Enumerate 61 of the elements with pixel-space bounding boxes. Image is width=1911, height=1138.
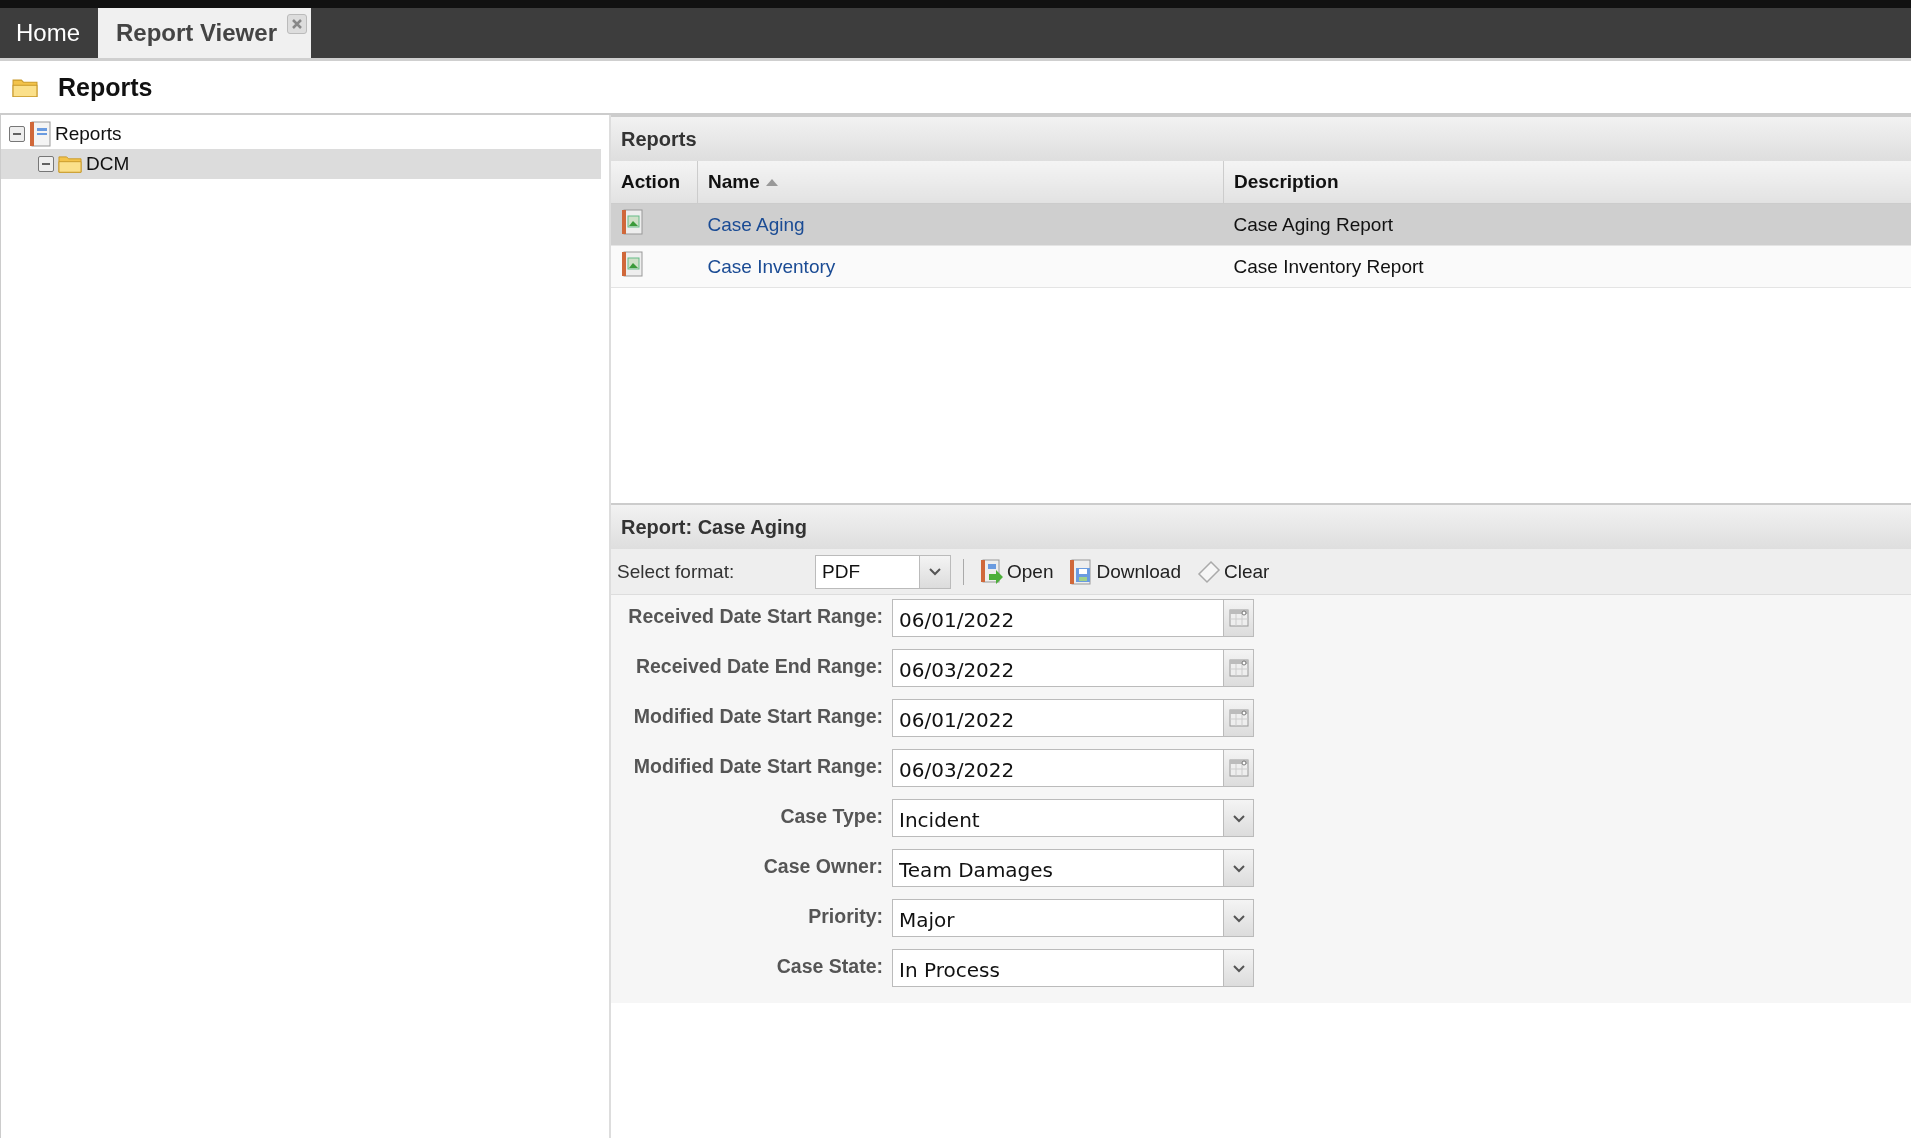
column-header[interactable]: Description bbox=[1223, 161, 1911, 204]
column-header[interactable]: Name bbox=[697, 161, 1224, 204]
table-cell: Case Inventory Report bbox=[1223, 245, 1911, 288]
table-row[interactable]: Case Inventory Case Inventory Report bbox=[611, 245, 1911, 288]
field-label: Modified Date Start Range: bbox=[632, 704, 883, 729]
table-cell: Case Aging Report bbox=[1223, 203, 1911, 246]
format-label: Select format: bbox=[617, 560, 736, 583]
panel-header: Report: Case Aging bbox=[611, 503, 1911, 549]
tree-label: Reports bbox=[55, 123, 122, 145]
caret-down-icon bbox=[1231, 913, 1246, 923]
report-arrow-icon bbox=[980, 558, 1004, 585]
caret-down-icon bbox=[1231, 863, 1246, 873]
report-image-icon[interactable] bbox=[621, 209, 643, 235]
close-icon[interactable] bbox=[287, 14, 307, 34]
toolbar-button[interactable]: Download bbox=[1065, 558, 1185, 585]
toolbar-button[interactable]: Clear bbox=[1193, 559, 1274, 584]
page-title: Reports bbox=[58, 72, 153, 102]
calendar-icon bbox=[1228, 658, 1249, 678]
panel-header: Reports bbox=[611, 115, 1911, 161]
field-label: Case Owner: bbox=[762, 854, 883, 879]
date-field[interactable]: 06/01/2022 bbox=[892, 699, 1224, 737]
date-field[interactable]: 06/03/2022 bbox=[892, 749, 1224, 787]
collapse-toggle-icon[interactable] bbox=[38, 156, 54, 172]
tab[interactable]: Report Viewer bbox=[98, 8, 311, 58]
column-header[interactable]: Action bbox=[611, 161, 698, 204]
caret-down-icon bbox=[1231, 963, 1246, 973]
caret-down-icon bbox=[928, 567, 942, 576]
select-field[interactable]: Major bbox=[892, 899, 1224, 937]
tree-item[interactable]: Reports bbox=[1, 119, 601, 149]
report-link[interactable]: Case Inventory bbox=[707, 255, 836, 277]
field-label: Case Type: bbox=[779, 804, 883, 829]
field-label: Received Date End Range: bbox=[634, 654, 883, 679]
dropdown-button[interactable] bbox=[1224, 949, 1254, 987]
folder-icon bbox=[58, 154, 82, 174]
calendar-icon bbox=[1228, 708, 1249, 728]
dropdown-button[interactable] bbox=[1224, 899, 1254, 937]
report-link[interactable]: Case Aging bbox=[707, 213, 805, 235]
field-label: Modified Date Start Range: bbox=[632, 754, 883, 779]
field-label: Case State: bbox=[775, 954, 883, 979]
dropdown-button[interactable] bbox=[1224, 849, 1254, 887]
select-field[interactable]: Team Damages bbox=[892, 849, 1224, 887]
calendar-icon bbox=[1228, 758, 1249, 778]
collapse-toggle-icon[interactable] bbox=[9, 126, 25, 142]
tree-label: DCM bbox=[86, 153, 130, 175]
tree-item[interactable]: DCM bbox=[1, 149, 601, 179]
table-row[interactable]: Case Aging Case Aging Report bbox=[611, 203, 1911, 246]
format-select[interactable]: PDF bbox=[815, 554, 951, 589]
caret-down-icon bbox=[1231, 813, 1246, 823]
report-image-icon[interactable] bbox=[621, 251, 643, 277]
folder-icon bbox=[12, 76, 38, 98]
calendar-icon bbox=[1228, 608, 1249, 628]
date-field[interactable]: 06/03/2022 bbox=[892, 649, 1224, 687]
toolbar-button[interactable]: Open bbox=[976, 558, 1058, 585]
field-label: Priority: bbox=[807, 904, 883, 929]
date-field[interactable]: 06/01/2022 bbox=[892, 599, 1224, 637]
dropdown-button[interactable] bbox=[1224, 799, 1254, 837]
eraser-icon bbox=[1197, 559, 1221, 584]
select-field[interactable]: Incident bbox=[892, 799, 1224, 837]
field-label: Received Date Start Range: bbox=[627, 604, 883, 629]
report-book-icon bbox=[29, 121, 51, 147]
select-field[interactable]: In Process bbox=[892, 949, 1224, 987]
